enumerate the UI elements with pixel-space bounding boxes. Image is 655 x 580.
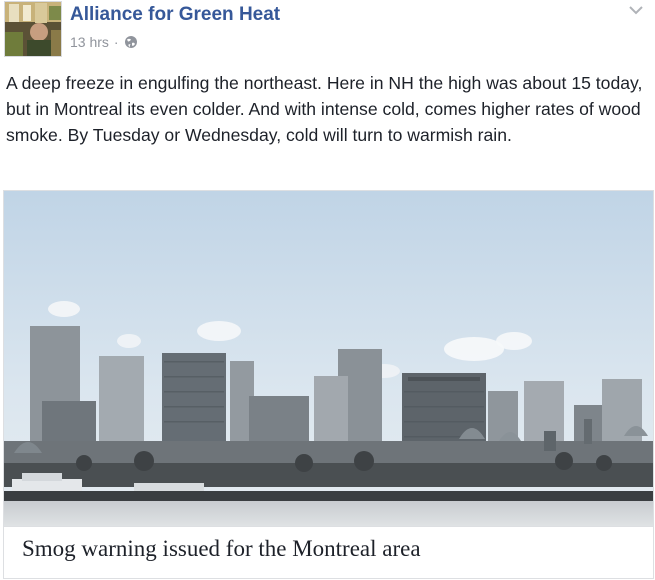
post-timestamp[interactable]: 13 hrs — [70, 34, 109, 50]
chevron-down-icon[interactable] — [628, 4, 644, 16]
post-meta: 13 hrs · — [70, 34, 138, 50]
link-caption[interactable]: Smog warning issued for the Montreal are… — [4, 526, 653, 578]
post-body-text: A deep freeze in engulfing the northeast… — [6, 73, 643, 145]
link-title[interactable]: Smog warning issued for the Montreal are… — [22, 536, 421, 562]
post-header: Alliance for Green Heat 13 hrs · — [0, 0, 655, 62]
page-name-link[interactable]: Alliance for Green Heat — [70, 4, 280, 26]
avatar-image — [5, 2, 61, 56]
globe-icon[interactable] — [124, 35, 138, 49]
skyline-photo[interactable] — [4, 191, 653, 526]
facebook-post: Alliance for Green Heat 13 hrs · A deep … — [0, 0, 655, 580]
meta-separator: · — [113, 34, 119, 50]
link-attachment[interactable]: Smog warning issued for the Montreal are… — [3, 190, 654, 579]
page-avatar[interactable] — [4, 1, 62, 57]
